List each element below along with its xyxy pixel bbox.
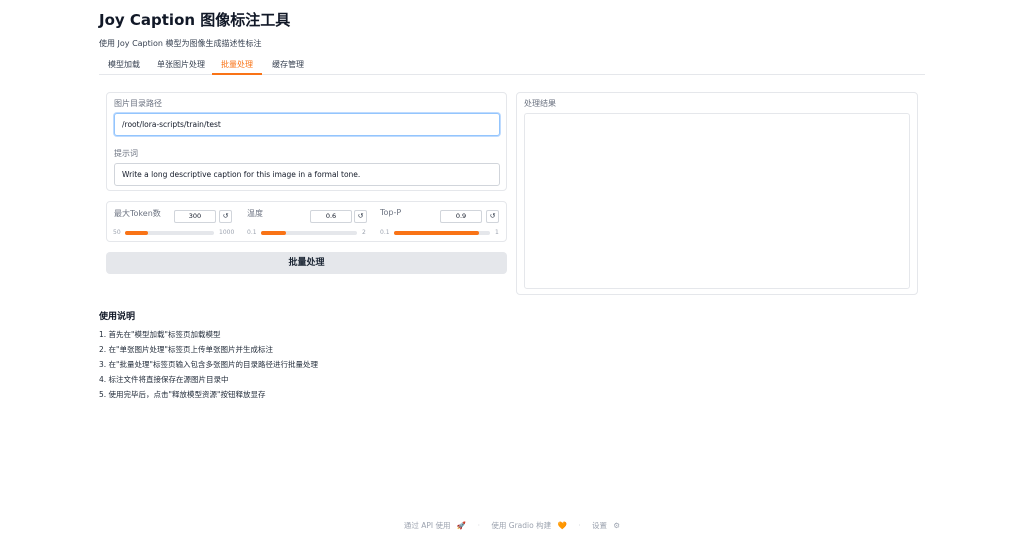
prompt-label: 提示词 (114, 149, 138, 158)
footer-separator: · (477, 521, 481, 530)
top-p-slider-fill (394, 231, 480, 235)
top-p-value[interactable]: 0.9 (440, 210, 482, 223)
top-p-reset-button[interactable]: ↺ (486, 210, 499, 223)
max-tokens-slider[interactable] (125, 231, 214, 235)
footer-gradio-link[interactable]: 使用 Gradio 构建 🧡 (489, 521, 568, 530)
temperature-min: 0.1 (247, 229, 257, 236)
temperature-label: 温度 (247, 209, 263, 218)
gradio-logo-icon: 🧡 (557, 521, 567, 530)
temperature-max: 2 (362, 229, 366, 236)
temperature-value[interactable]: 0.6 (310, 210, 352, 223)
temperature-reset-button[interactable]: ↺ (354, 210, 367, 223)
tab-bar: 模型加载 单张图片处理 批量处理 缓存管理 (99, 56, 925, 75)
list-item: 5. 使用完毕后，点击"释放模型资源"按钮释放显存 (99, 390, 266, 399)
max-tokens-reset-button[interactable]: ↺ (219, 210, 232, 223)
list-item: 3. 在"批量处理"标签页输入包含多张图片的目录路径进行批量处理 (99, 360, 318, 369)
batch-inputs-panel: 图片目录路径 /root/lora-scripts/train/test 提示词… (106, 92, 507, 191)
dir-path-label: 图片目录路径 (114, 99, 162, 108)
dir-path-input[interactable]: /root/lora-scripts/train/test (114, 113, 500, 136)
list-item: 2. 在"单张图片处理"标签页上传单张图片并生成标注 (99, 345, 273, 354)
app-title: Joy Caption 图像标注工具 (99, 11, 291, 29)
max-tokens-label: 最大Token数 (114, 209, 161, 218)
app-subtitle: 使用 Joy Caption 模型为图像生成描述性标注 (99, 39, 262, 48)
max-tokens-min: 50 (113, 229, 121, 236)
footer-built-label: 使用 Gradio 构建 (491, 521, 552, 530)
temperature-slider[interactable] (261, 231, 357, 235)
footer-settings-link[interactable]: 设置 ⚙ (590, 521, 622, 530)
instructions-list: 1. 首先在"模型加载"标签页加载模型 2. 在"单张图片处理"标签页上传单张图… (99, 330, 318, 405)
footer-api-label: 通过 API 使用 (403, 521, 451, 530)
top-p-label: Top-P (380, 208, 402, 217)
rocket-icon: 🚀 (456, 521, 467, 530)
instructions-title: 使用说明 (99, 312, 136, 322)
footer-settings-label: 设置 (592, 521, 608, 530)
top-p-min: 0.1 (380, 229, 390, 236)
max-tokens-value[interactable]: 300 (174, 210, 216, 223)
list-item: 1. 首先在"模型加载"标签页加载模型 (99, 330, 221, 339)
tab-cache-management[interactable]: 缓存管理 (272, 56, 304, 75)
tab-single-image[interactable]: 单张图片处理 (157, 56, 205, 75)
batch-process-button[interactable]: 批量处理 (106, 252, 507, 274)
footer-api-link[interactable]: 通过 API 使用 🚀 (402, 521, 468, 530)
max-tokens-slider-fill (125, 231, 149, 235)
temperature-slider-fill (261, 231, 287, 235)
footer-separator: · (578, 521, 581, 530)
result-output[interactable] (524, 113, 910, 289)
prompt-input[interactable]: Write a long descriptive caption for thi… (114, 163, 500, 186)
list-item: 4. 标注文件将直接保存在源图片目录中 (99, 375, 229, 384)
result-label: 处理结果 (524, 99, 556, 108)
footer: 通过 API 使用 🚀 · 使用 Gradio 构建 🧡 · 设置 ⚙ (0, 520, 1024, 531)
top-p-slider[interactable] (394, 231, 490, 235)
gear-icon: ⚙ (613, 521, 621, 530)
max-tokens-max: 1000 (219, 229, 235, 236)
tab-batch-processing[interactable]: 批量处理 (212, 56, 262, 75)
parameters-panel: 最大Token数 300 ↺ 50 1000 温度 0.6 ↺ 0.1 2 To… (106, 201, 507, 242)
tab-model-loading[interactable]: 模型加载 (108, 56, 140, 75)
top-p-max: 1 (495, 229, 499, 236)
